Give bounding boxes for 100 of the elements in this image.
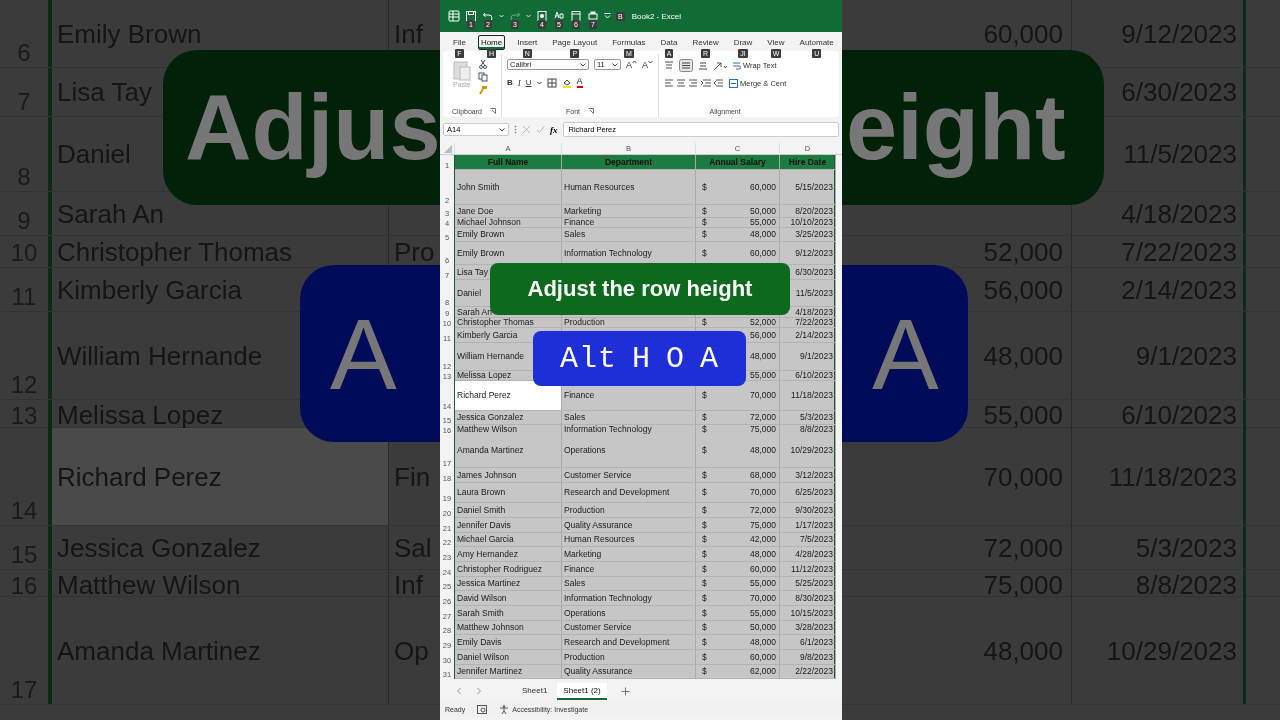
- format-painter-icon[interactable]: [478, 85, 488, 95]
- bold-button[interactable]: B: [506, 78, 513, 87]
- ribbon-tab[interactable]: Insert: [514, 35, 541, 50]
- alignment-icons-drawing[interactable]: [664, 79, 724, 88]
- table-cell: William Hernande: [457, 352, 525, 361]
- table-cell: 50,000: [750, 623, 776, 632]
- fill-color-icon[interactable]: [561, 77, 572, 88]
- table-cell: Daniel Wilson: [457, 652, 509, 662]
- table-cell: Daniel Smith: [457, 505, 506, 515]
- table-cell: Amanda Martinez: [457, 446, 524, 455]
- table-cell: Research and Development: [564, 637, 670, 647]
- currency-sign: $: [702, 218, 707, 227]
- sheet-tab[interactable]: Sheet1 (2): [557, 682, 607, 700]
- table-cell: 6/25/2023: [795, 488, 833, 497]
- table-cell: Amy Hernandez: [457, 549, 518, 559]
- customize-caret-icon[interactable]: [604, 13, 611, 19]
- excel-icon[interactable]: [448, 10, 460, 22]
- currency-sign: $: [702, 488, 707, 497]
- currency-sign: $: [702, 248, 707, 258]
- grow-font-button[interactable]: A: [625, 59, 637, 70]
- accessibility-icon[interactable]: [499, 704, 510, 714]
- currency-sign: $: [702, 608, 707, 618]
- table-cell: 70,000: [750, 593, 776, 603]
- currency-sign: $: [702, 667, 707, 676]
- shortcut-banner: A: [842, 265, 968, 442]
- table-cell: 62,000: [750, 667, 776, 676]
- wrap-text-icon[interactable]: [732, 61, 741, 70]
- align-bottom-icon[interactable]: [698, 61, 708, 70]
- table-cell: Laura Brown: [457, 488, 506, 497]
- table-cell: 55,000: [750, 218, 776, 227]
- borders-icon[interactable]: [546, 77, 557, 88]
- italic-button[interactable]: I: [517, 77, 521, 88]
- table-cell: 50,000: [750, 206, 776, 216]
- table-cell: Sarah An: [457, 307, 492, 317]
- ribbon-tab[interactable]: View: [764, 35, 788, 50]
- ribbon-tab[interactable]: File: [450, 35, 469, 50]
- align-top-icon[interactable]: [664, 61, 674, 70]
- table-cell: 5/15/2023: [795, 182, 833, 192]
- table-cell: Marketing: [564, 206, 602, 216]
- table-cell: Sales: [564, 230, 586, 239]
- caret-icon[interactable]: [611, 62, 618, 67]
- table-cell: Jessica Gonzalez: [457, 413, 524, 422]
- table-cell: 3/28/2023: [795, 623, 833, 632]
- dialog-launcher-icon[interactable]: [588, 108, 594, 114]
- check-icon[interactable]: [536, 125, 545, 134]
- printer-icon[interactable]: [587, 10, 599, 22]
- table-cell: Customer Service: [564, 470, 632, 480]
- currency-sign: $: [702, 425, 707, 434]
- table-cell: 8/20/2023: [795, 206, 833, 216]
- sheet-tab[interactable]: Sheet1: [516, 682, 554, 700]
- ribbon-tab[interactable]: Review: [689, 35, 722, 50]
- ribbon-tab[interactable]: Page Layout: [549, 35, 601, 50]
- undo-icon[interactable]: [482, 10, 494, 22]
- currency-sign: $: [702, 505, 707, 515]
- copy-icon[interactable]: [478, 72, 488, 82]
- table-cell: 10/15/2023: [790, 608, 833, 618]
- dialog-launcher-icon[interactable]: [489, 108, 496, 114]
- table-cell: 5/25/2023: [795, 579, 833, 588]
- table-cell: 70,000: [750, 488, 776, 497]
- table-cell: 6/1/2023: [799, 637, 833, 647]
- insert-function-button[interactable]: fx: [550, 124, 558, 135]
- currency-sign: $: [702, 652, 707, 662]
- cut-icon[interactable]: [478, 59, 488, 69]
- currency-sign: $: [702, 318, 707, 327]
- table-cell: Jessica Martinez: [457, 579, 521, 588]
- table-cell: 68,000: [750, 470, 776, 480]
- ribbon-tab[interactable]: Home: [477, 35, 506, 50]
- table-cell: 60,000: [750, 564, 776, 574]
- shrink-font-button[interactable]: A: [642, 59, 653, 70]
- ribbon-tab[interactable]: Automate: [796, 35, 837, 50]
- merge-icon[interactable]: [729, 79, 738, 88]
- add-sheet-icon[interactable]: [620, 686, 630, 696]
- table-cell: 6/10/2023: [795, 371, 833, 380]
- table-cell: Michael Johnson: [457, 218, 521, 227]
- currency-sign: $: [702, 230, 707, 239]
- table-cell: 7/5/2023: [799, 535, 833, 544]
- table-cell: David Wilson: [457, 593, 507, 603]
- ribbon-tab[interactable]: Formulas: [609, 35, 649, 50]
- orientation-icon[interactable]: [713, 60, 727, 71]
- up-caret-icon[interactable]: [632, 59, 637, 64]
- table-cell: Christopher Rodriguez: [457, 564, 543, 574]
- table-cell: Marketing: [564, 549, 602, 559]
- ribbon-tab[interactable]: Draw: [730, 35, 756, 50]
- underline-button[interactable]: U: [525, 78, 532, 87]
- currency-sign: $: [702, 549, 707, 559]
- table-cell: Matthew Johnson: [457, 623, 524, 632]
- save-icon[interactable]: [465, 10, 477, 22]
- table-cell: 55,000: [750, 579, 776, 588]
- table-cell: 3/12/2023: [795, 470, 833, 480]
- ribbon-tab[interactable]: Data: [657, 35, 681, 50]
- font-color-button[interactable]: A: [576, 77, 583, 88]
- table-cell: 75,000: [750, 425, 776, 434]
- currency-sign: $: [702, 637, 707, 647]
- table-cell: 8/30/2023: [795, 593, 833, 603]
- caret-icon[interactable]: [579, 62, 586, 67]
- table-cell: Information Technology: [564, 593, 652, 603]
- align-middle-icon[interactable]: [679, 59, 693, 72]
- table-cell: Customer Service: [564, 623, 632, 632]
- macro-recording-icon[interactable]: [477, 704, 488, 714]
- currency-sign: $: [702, 413, 707, 422]
